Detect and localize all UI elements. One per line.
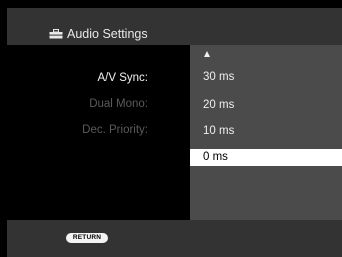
option-20ms[interactable]: 20 ms	[190, 97, 342, 114]
setting-dec-priority: Dec. Priority:	[82, 124, 148, 136]
page-title: Audio Settings	[49, 26, 148, 42]
settings-list: A/V Sync: Dual Mono: Dec. Priority:	[7, 45, 190, 220]
triangle-up-icon[interactable]	[204, 51, 210, 57]
option-10ms[interactable]: 10 ms	[190, 123, 342, 140]
option-0ms[interactable]: 0 ms	[190, 149, 342, 166]
return-button[interactable]: RETURN	[66, 233, 108, 243]
option-30ms[interactable]: 30 ms	[190, 69, 342, 86]
audio-settings-screen: Audio Settings A/V Sync: Dual Mono: Dec.…	[0, 0, 342, 257]
toolbox-icon	[49, 29, 63, 39]
page-title-text: Audio Settings	[67, 27, 148, 41]
av-sync-options-dropdown: 30 ms 20 ms 10 ms 0 ms	[190, 45, 342, 220]
footer-bar	[7, 220, 342, 257]
setting-dual-mono: Dual Mono:	[89, 98, 148, 110]
setting-av-sync[interactable]: A/V Sync:	[7, 72, 190, 84]
